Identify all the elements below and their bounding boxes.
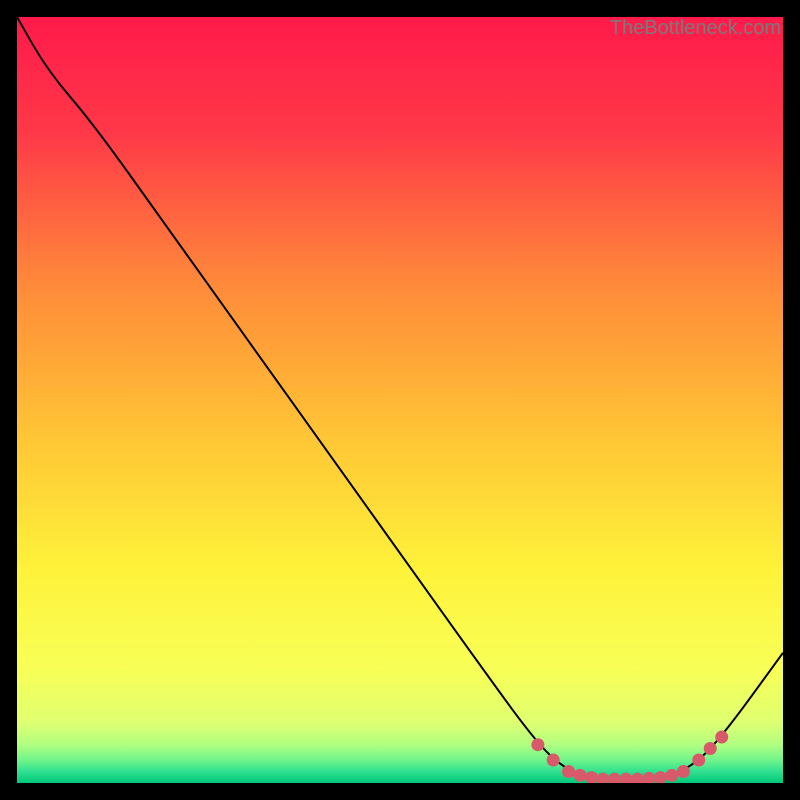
marker-dot <box>665 769 678 782</box>
marker-dot <box>562 765 575 778</box>
chart-plot <box>17 17 783 783</box>
marker-dot <box>704 742 717 755</box>
chart-container: TheBottleneck.com <box>17 17 783 783</box>
gradient-background <box>17 17 783 783</box>
marker-dot <box>692 754 705 767</box>
watermark-text: TheBottleneck.com <box>610 17 781 40</box>
marker-dot <box>547 754 560 767</box>
marker-dot <box>677 765 690 778</box>
marker-dot <box>574 769 587 782</box>
marker-dot <box>531 738 544 751</box>
marker-dot <box>715 731 728 744</box>
